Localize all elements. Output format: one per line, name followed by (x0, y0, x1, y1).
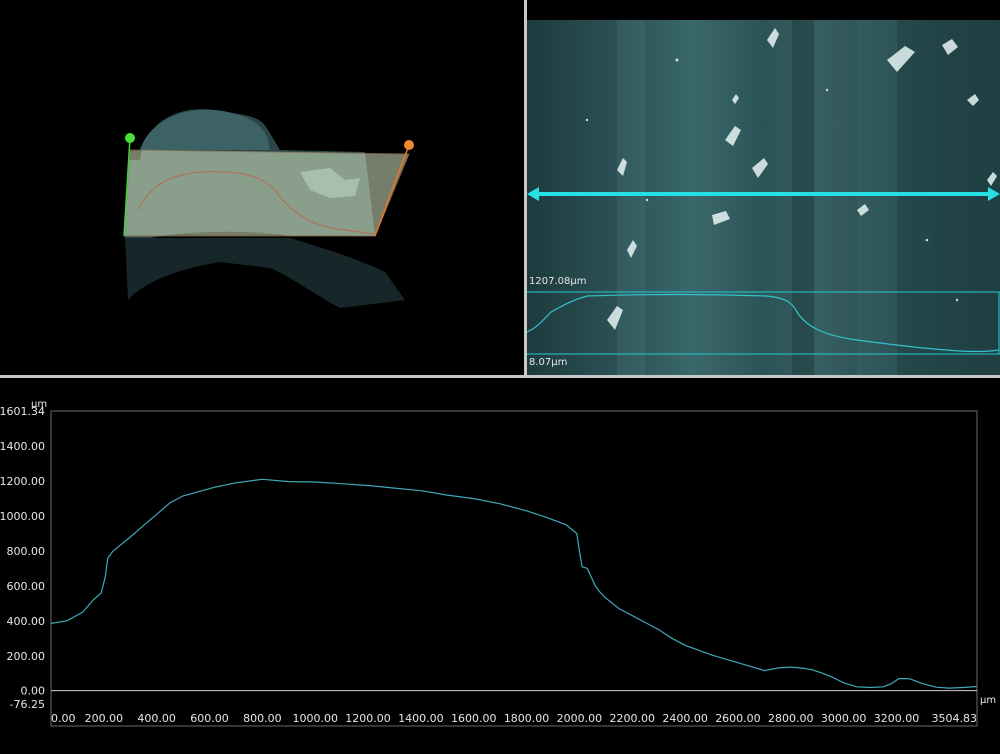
mini-profile-min-label: 8.07µm (529, 357, 568, 368)
x-unit-label: µm (980, 695, 996, 706)
3d-view-canvas[interactable] (0, 0, 524, 375)
y-tick-label: 1200.00 (0, 475, 45, 488)
specimen-reflection (125, 238, 405, 308)
x-tick-label: 800.00 (243, 712, 282, 725)
x-tick-label: 2000.00 (557, 712, 603, 725)
plot-frame (50, 410, 978, 727)
x-tick-label: 600.00 (190, 712, 229, 725)
x-tick-label: 3000.00 (821, 712, 867, 725)
profile-chart[interactable]: 1601.341400.001200.001000.00800.00600.00… (0, 378, 1000, 750)
x-tick-label: 3200.00 (874, 712, 920, 725)
end-handle[interactable] (404, 140, 414, 150)
x-tick-label: 1400.00 (398, 712, 444, 725)
optical-image-canvas[interactable] (527, 0, 1000, 375)
section-plane (123, 149, 410, 237)
3d-view-panel[interactable] (0, 0, 524, 375)
y-tick-label: 1400.00 (0, 440, 45, 453)
x-tick-label: 2200.00 (610, 712, 656, 725)
x-tick-label: 1600.00 (451, 712, 497, 725)
y-tick-label: 800.00 (7, 545, 46, 558)
x-tick-label: 200.00 (85, 712, 124, 725)
y-tick-label: 400.00 (7, 615, 46, 628)
optical-image-panel[interactable]: 1207.08µm 8.07µm (527, 0, 1000, 375)
y-min-label: -76.25 (10, 698, 45, 711)
x-tick-label: 1000.00 (292, 712, 338, 725)
x-tick-label: 2800.00 (768, 712, 814, 725)
y-tick-label: 200.00 (7, 650, 46, 663)
x-tick-label: 1200.00 (345, 712, 391, 725)
x-tick-label: 400.00 (137, 712, 176, 725)
x-tick-label: 0.00 (51, 712, 76, 725)
y-unit-label: µm (31, 399, 47, 410)
x-max-label: 3504.83 (932, 712, 978, 725)
profile-chart-panel[interactable]: 1601.34 1400.00 1200.00 1000.00 800.00 600.00… (0, 378, 1000, 750)
start-handle[interactable] (125, 133, 135, 143)
mini-profile-max-label: 1207.08µm (529, 276, 587, 287)
y-tick-label: 600.00 (7, 580, 46, 593)
specimen-top (140, 109, 270, 150)
y-tick-label: 0.00 (21, 685, 46, 698)
x-tick-label: 1800.00 (504, 712, 550, 725)
profile-series-line (50, 478, 977, 689)
x-tick-label: 2600.00 (715, 712, 761, 725)
y-tick-label: 1000.00 (0, 510, 45, 523)
surface-image (527, 20, 1000, 375)
x-tick-label: 2400.00 (662, 712, 708, 725)
